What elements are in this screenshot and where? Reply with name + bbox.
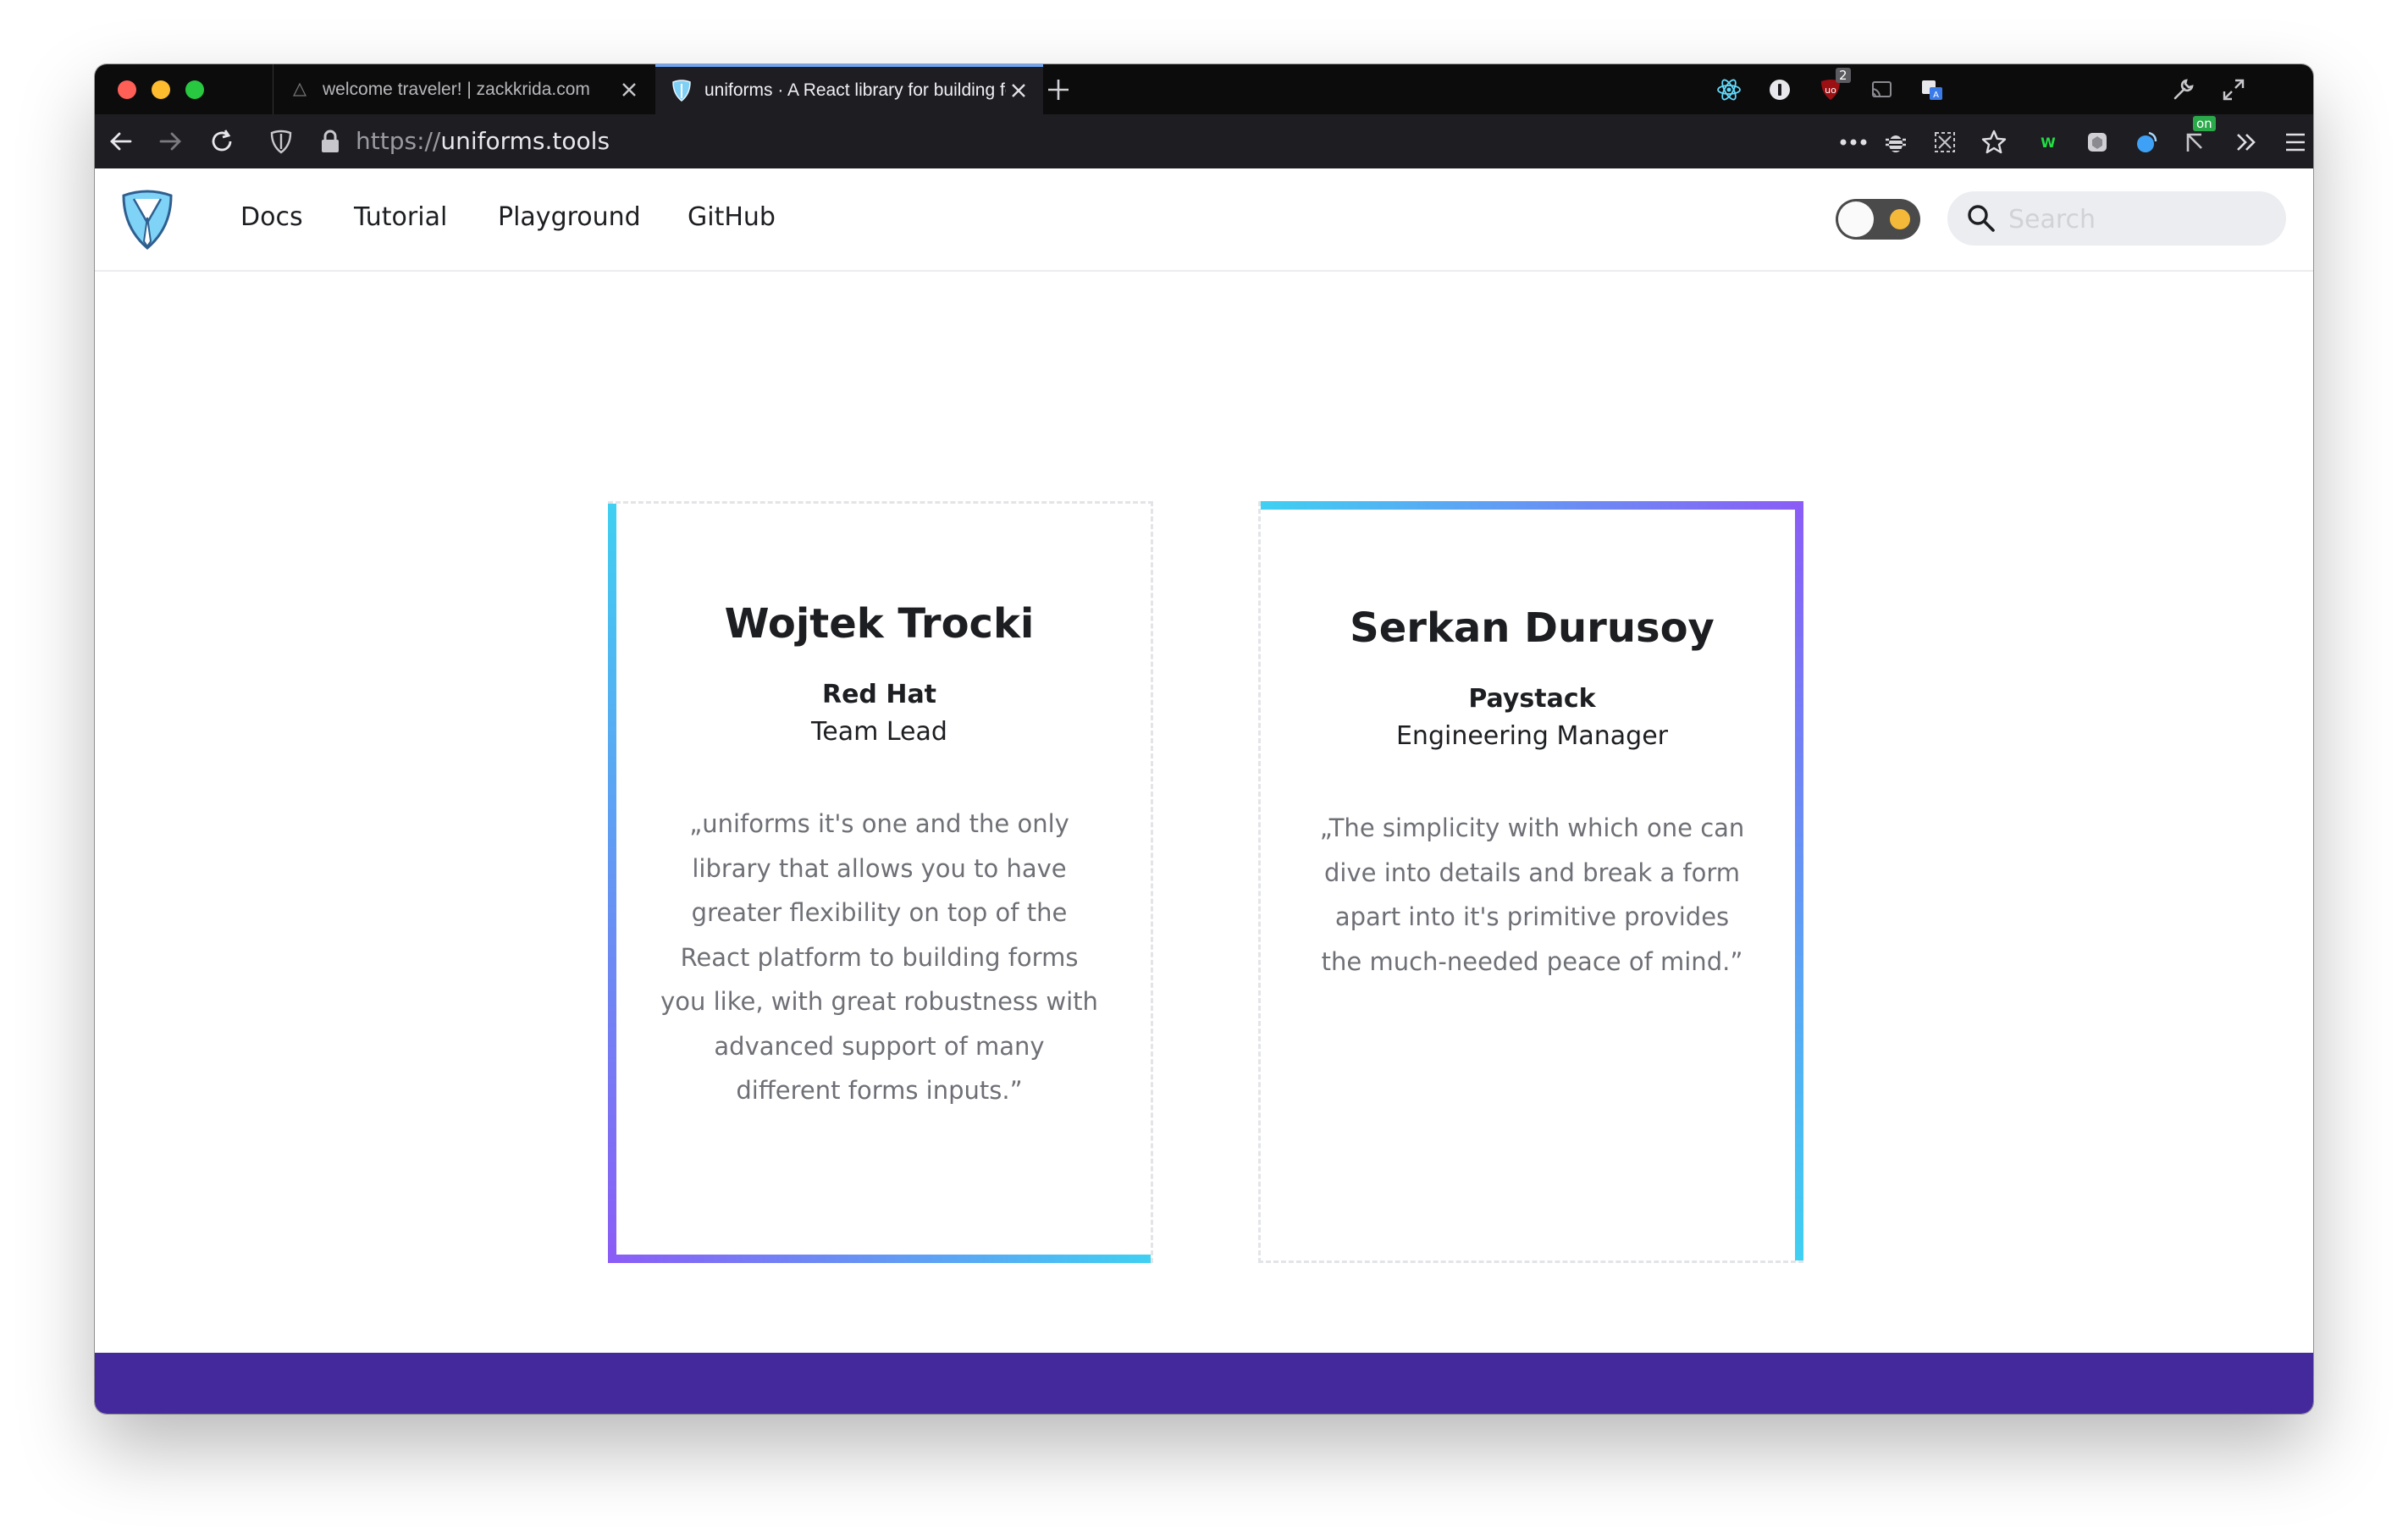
theme-toggle[interactable] — [1836, 199, 1920, 240]
testimonial-card: Serkan Durusoy Paystack Engineering Mana… — [1258, 501, 1803, 1263]
svg-text:uo: uo — [1825, 85, 1836, 96]
screenshot-icon[interactable] — [1930, 128, 1959, 157]
testimonial-company: Red Hat — [821, 680, 937, 709]
browser-window: welcome traveler! | zackkrida.com unifor… — [95, 64, 2313, 1414]
shield-icon[interactable] — [266, 126, 296, 157]
uniforms-favicon-icon — [671, 80, 693, 102]
sun-icon — [1890, 209, 1910, 229]
toggle-knob — [1838, 201, 1874, 237]
back-icon[interactable] — [105, 126, 135, 157]
url-protocol: https:// — [356, 127, 441, 155]
cast-icon[interactable] — [1868, 76, 1895, 103]
hamburger-menu-icon[interactable] — [2281, 128, 2310, 157]
overflow-icon[interactable] — [2232, 128, 2261, 157]
search-box[interactable] — [1947, 191, 2286, 245]
bug-icon[interactable] — [1881, 128, 1910, 157]
navigation-toolbar: https://uniforms.tools W on — [95, 114, 2313, 168]
testimonial-company: Paystack — [1468, 684, 1596, 714]
close-tab-icon[interactable] — [1006, 78, 1031, 103]
bookmark-star-icon[interactable] — [1980, 128, 2008, 157]
tab-uniforms[interactable]: uniforms · A React library for building … — [655, 64, 1043, 114]
1password-icon[interactable] — [1766, 76, 1793, 103]
footer-band — [95, 1353, 2313, 1414]
svg-text:W: W — [2041, 135, 2056, 151]
nav-playground[interactable]: Playground — [498, 202, 641, 232]
expand-icon[interactable] — [2220, 76, 2247, 103]
close-window-button[interactable] — [118, 80, 136, 99]
testimonial-name: Serkan Durusoy — [1350, 604, 1715, 652]
uniforms-logo-icon[interactable] — [120, 189, 174, 250]
extension-on-badge: on — [2193, 116, 2216, 131]
search-icon — [1968, 205, 1995, 232]
tab-zackkrida[interactable]: welcome traveler! | zackkrida.com — [273, 64, 654, 114]
toggle-extension-icon[interactable] — [2181, 128, 2210, 157]
translate-icon[interactable]: A — [1919, 76, 1946, 103]
minimize-window-button[interactable] — [152, 80, 170, 99]
react-devtools-icon[interactable] — [1715, 76, 1742, 103]
testimonial-role: Engineering Manager — [1395, 721, 1669, 751]
droplet-icon[interactable] — [2132, 128, 2161, 157]
triangle-favicon-icon — [289, 79, 311, 101]
more-icon[interactable] — [1839, 128, 1868, 157]
nav-github[interactable]: GitHub — [688, 202, 776, 232]
nav-docs[interactable]: Docs — [240, 202, 303, 232]
tab-strip: welcome traveler! | zackkrida.com unifor… — [95, 64, 2313, 114]
testimonial-quote: „The simplicity with which one can dive … — [1319, 814, 1745, 976]
svg-text:A: A — [1933, 91, 1939, 100]
testimonial-role: Team Lead — [811, 717, 947, 747]
address-bar[interactable]: https://uniforms.tools — [356, 127, 610, 155]
tab-title: uniforms · A React library for building … — [704, 80, 1006, 100]
url-host: uniforms.tools — [440, 127, 610, 155]
tab-title: welcome traveler! | zackkrida.com — [323, 79, 590, 99]
ublock-badge: 2 — [1836, 68, 1851, 83]
forward-icon[interactable] — [156, 126, 186, 157]
site-header: Docs Tutorial Playground GitHub — [95, 168, 2313, 272]
wrench-icon[interactable] — [2169, 76, 2196, 103]
web-page: Docs Tutorial Playground GitHub Wojtek T… — [95, 168, 2313, 1414]
close-tab-icon[interactable] — [616, 77, 642, 102]
wappalyzer-icon[interactable]: W — [2034, 128, 2063, 157]
new-tab-icon[interactable] — [1043, 74, 1074, 105]
lock-icon[interactable] — [315, 126, 345, 157]
extension-icon[interactable] — [2083, 128, 2112, 157]
reload-icon[interactable] — [207, 126, 237, 157]
testimonial-name: Wojtek Trocki — [724, 600, 1035, 648]
search-input[interactable] — [2007, 200, 2273, 239]
testimonial-quote: „uniforms it's one and the only library … — [660, 809, 1098, 1105]
zoom-window-button[interactable] — [185, 80, 204, 99]
testimonial-card: Wojtek Trocki Red Hat Team Lead „uniform… — [608, 501, 1153, 1263]
nav-tutorial[interactable]: Tutorial — [354, 202, 447, 232]
